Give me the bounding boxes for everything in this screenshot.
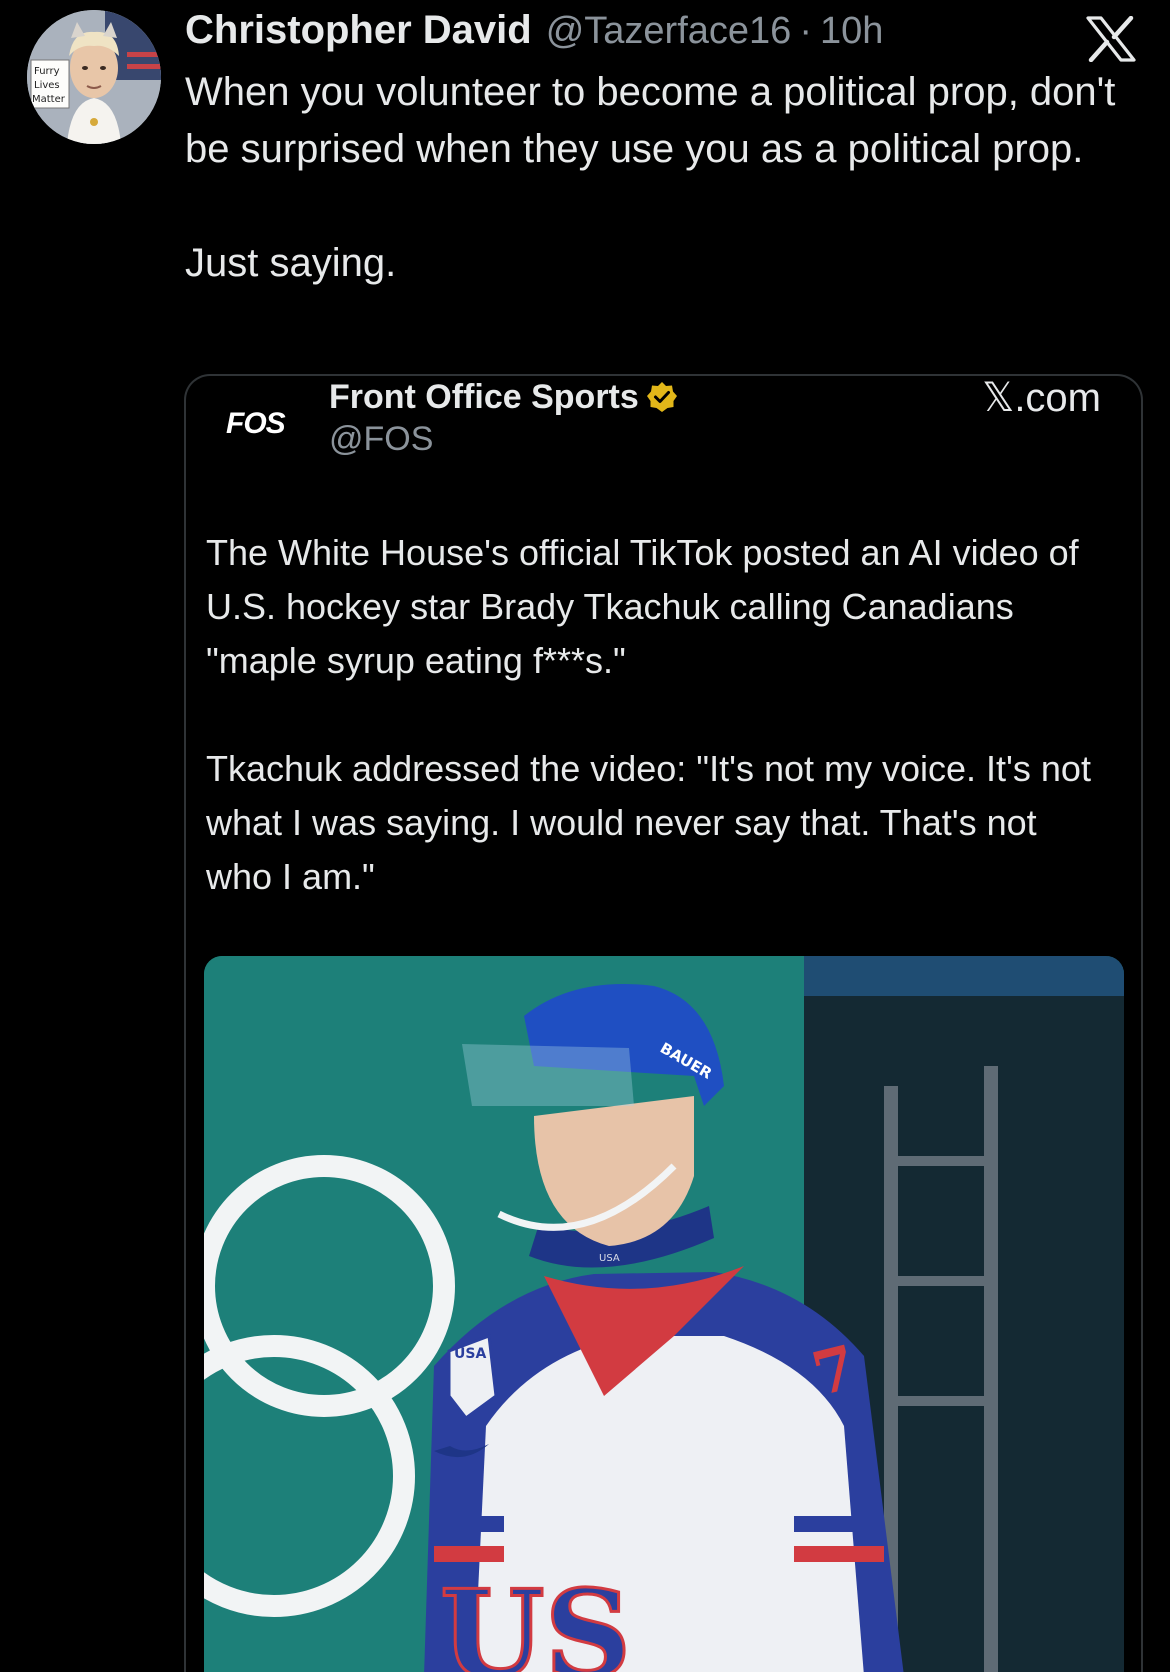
collar-text: USA [599, 1253, 620, 1264]
tweet-paragraph: Just saying. [185, 241, 397, 285]
avatar-sign-line-2: Lives [34, 80, 60, 91]
fos-logo: FOS [226, 407, 286, 440]
embed-author-row: Front Office Sports [329, 376, 678, 418]
avatar-image: Furry Lives Matter [27, 10, 161, 144]
embed-photo[interactable]: USA USA BAUER 7 US [204, 956, 1124, 1672]
author-name[interactable]: Christopher David [185, 8, 532, 53]
jersey-crest-text: USA [454, 1346, 486, 1362]
x-logo-icon[interactable] [1085, 15, 1137, 63]
tweet-paragraph: When you volunteer to become a political… [185, 70, 1116, 171]
embed-paragraph: Tkachuk addressed the video: "It's not m… [206, 748, 1091, 897]
embed-text: The White House's official TikTok posted… [206, 526, 1106, 904]
hockey-player-photo: USA USA BAUER 7 US [204, 956, 1124, 1672]
verified-badge-icon [646, 382, 677, 412]
tweet-timestamp[interactable]: 10h [820, 10, 883, 53]
avatar-sign-line-1: Furry [34, 66, 60, 77]
embed-author-name[interactable]: Front Office Sports [329, 376, 639, 418]
header-separator: · [799, 10, 812, 52]
jersey-letters: US [440, 1564, 631, 1672]
author-handle[interactable]: @Tazerface16 [546, 10, 792, 53]
embedded-post-card[interactable]: FOS Front Office Sports @FOS 𝕏.com The W… [184, 374, 1143, 1672]
source-label[interactable]: 𝕏.com [982, 376, 1101, 420]
embed-paragraph: The White House's official TikTok posted… [206, 532, 1079, 681]
embed-author-handle[interactable]: @FOS [329, 418, 433, 460]
tweet-text: When you volunteer to become a political… [185, 64, 1145, 292]
avatar-sign-line-3: Matter [32, 94, 66, 105]
author-avatar[interactable]: Furry Lives Matter [27, 10, 161, 144]
tweet-header: Christopher David @Tazerface16 · 10h [185, 8, 883, 56]
